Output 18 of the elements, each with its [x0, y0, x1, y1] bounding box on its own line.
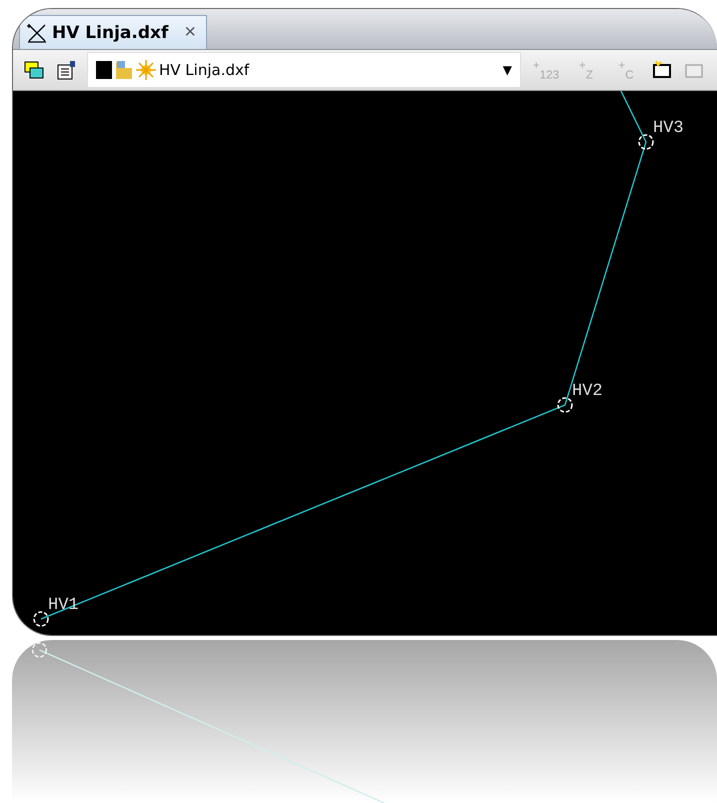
tab-label: HV Linja.dxf [52, 22, 168, 43]
color-swatch-icon [96, 61, 112, 80]
properties-icon[interactable] [55, 59, 77, 82]
point-marker [557, 397, 573, 413]
sun-icon [136, 60, 156, 80]
layers-icon[interactable] [23, 59, 45, 82]
point-label: HV3 [653, 119, 684, 138]
point-label: HV2 [572, 382, 603, 401]
dropdown-value: HV Linja.dxf [159, 61, 250, 80]
drawing-dropdown[interactable]: HV Linja.dxf ▼ [87, 52, 521, 88]
document-tab[interactable]: HV Linja.dxf × [19, 15, 207, 50]
close-button[interactable]: × [180, 21, 200, 44]
dropdown-arrow: ▼ [502, 63, 512, 78]
point-marker [638, 134, 654, 150]
point-label: HV1 [48, 596, 79, 615]
drawing-file-icon [26, 22, 48, 44]
folder-icon [115, 60, 133, 80]
point-marker [33, 611, 49, 627]
